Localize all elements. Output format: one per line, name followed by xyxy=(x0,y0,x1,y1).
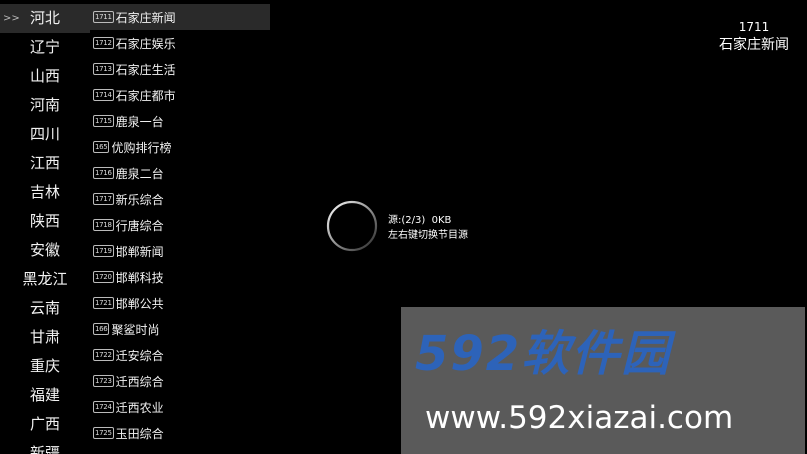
province-label: 山西 xyxy=(29,67,60,85)
channel-number-badge: 1724 xyxy=(93,401,114,413)
channel-item[interactable]: 1722 迁安综合 xyxy=(90,342,270,368)
province-item[interactable]: >> 河北 xyxy=(0,4,90,33)
province-label: 云南 xyxy=(29,299,60,317)
now-playing-number: 1711 xyxy=(738,20,770,34)
province-label: 陕西 xyxy=(29,212,60,230)
province-label: 河南 xyxy=(29,96,60,114)
channel-name: 聚鲨时尚 xyxy=(111,322,160,337)
province-label: 吉林 xyxy=(29,183,60,201)
now-playing-name: 石家庄新闻 xyxy=(719,37,789,53)
channel-name: 行唐综合 xyxy=(115,218,164,233)
channel-name: 邯郸新闻 xyxy=(115,244,164,259)
channel-item[interactable]: 1720 邯郸科技 xyxy=(90,264,270,290)
now-playing-info: 1711 石家庄新闻 xyxy=(719,19,789,55)
channel-name: 迁西综合 xyxy=(115,374,164,389)
channel-item[interactable]: 1712 石家庄娱乐 xyxy=(90,30,270,56)
channel-item[interactable]: 166 聚鲨时尚 xyxy=(90,316,270,342)
source-indicator: 源:(2/3) xyxy=(388,215,426,226)
province-label: 甘肃 xyxy=(29,328,60,346)
province-label: 福建 xyxy=(29,386,60,404)
channel-name: 石家庄生活 xyxy=(115,62,176,77)
channel-number-badge: 1722 xyxy=(93,349,114,361)
channel-number-badge: 165 xyxy=(93,141,110,153)
channel-name: 石家庄新闻 xyxy=(115,10,176,25)
channel-name: 石家庄娱乐 xyxy=(115,36,176,51)
province-label: 广西 xyxy=(29,415,60,433)
channel-item[interactable]: 1725 玉田综合 xyxy=(90,420,270,446)
channel-number-badge: 1720 xyxy=(93,271,114,283)
channel-item[interactable]: 1716 鹿泉二台 xyxy=(90,160,270,186)
province-item[interactable]: 辽宁 xyxy=(0,33,90,62)
province-label: 新疆 xyxy=(29,444,60,454)
source-switch-hint: 左右键切换节目源 xyxy=(388,230,468,241)
province-item[interactable]: 甘肃 xyxy=(0,323,90,352)
channel-item[interactable]: 1721 邯郸公共 xyxy=(90,290,270,316)
province-item[interactable]: 吉林 xyxy=(0,178,90,207)
channel-item[interactable]: 1715 鹿泉一台 xyxy=(90,108,270,134)
province-label: 安徽 xyxy=(29,241,60,259)
province-item[interactable]: 安徽 xyxy=(0,236,90,265)
channel-item[interactable]: 1719 邯郸新闻 xyxy=(90,238,270,264)
province-label: 辽宁 xyxy=(29,38,60,56)
channel-name: 迁西农业 xyxy=(115,400,164,415)
province-item[interactable]: 陕西 xyxy=(0,207,90,236)
channel-item[interactable]: 1717 新乐综合 xyxy=(90,186,270,212)
channel-number-badge: 1714 xyxy=(93,89,114,101)
channel-name: 迁安综合 xyxy=(115,348,164,363)
province-item[interactable]: 新疆 xyxy=(0,439,90,454)
channel-number-badge: 1712 xyxy=(93,37,114,49)
watermark-brand: 592软件园 xyxy=(415,326,672,382)
download-speed: 0KB xyxy=(431,215,452,226)
province-item[interactable]: 黑龙江 xyxy=(0,265,90,294)
channel-name: 邯郸科技 xyxy=(115,270,164,285)
province-label: 黑龙江 xyxy=(22,270,68,288)
province-item[interactable]: 江西 xyxy=(0,149,90,178)
channel-number-badge: 166 xyxy=(93,323,110,335)
channel-name: 邯郸公共 xyxy=(115,296,164,311)
channel-number-badge: 1721 xyxy=(93,297,114,309)
channel-name: 鹿泉二台 xyxy=(115,166,164,181)
channel-number-badge: 1718 xyxy=(93,219,114,231)
province-item[interactable]: 山西 xyxy=(0,62,90,91)
province-item[interactable]: 福建 xyxy=(0,381,90,410)
channel-list: 1711 石家庄新闻 1712 石家庄娱乐 1713 石家庄生活 1714 石家庄都市 1715… xyxy=(90,4,270,454)
channel-number-badge: 1717 xyxy=(93,193,114,205)
loading-status: 源:(2/3) 0KB 左右键切换节目源 xyxy=(388,213,468,243)
province-item[interactable]: 四川 xyxy=(0,120,90,149)
province-label: 河北 xyxy=(29,9,60,27)
channel-name: 鹿泉一台 xyxy=(115,114,164,129)
province-label: 江西 xyxy=(29,154,60,172)
channel-item[interactable]: 1723 迁西综合 xyxy=(90,368,270,394)
channel-item[interactable]: 165 优购排行榜 xyxy=(90,134,270,160)
selected-arrow-icon: >> xyxy=(3,13,20,24)
channel-name: 优购排行榜 xyxy=(111,140,172,155)
channel-name: 石家庄都市 xyxy=(115,88,176,103)
province-list: >> 河北辽宁山西河南四川江西吉林陕西安徽黑龙江云南甘肃重庆福建广西新疆 xyxy=(0,4,90,454)
channel-item[interactable]: 1724 迁西农业 xyxy=(90,394,270,420)
province-label: 四川 xyxy=(29,125,60,143)
channel-number-badge: 1723 xyxy=(93,375,114,387)
watermark-url: www.592xiazai.com xyxy=(425,400,734,436)
channel-number-badge: 1719 xyxy=(93,245,114,257)
province-label: 重庆 xyxy=(29,357,60,375)
province-item[interactable]: 广西 xyxy=(0,410,90,439)
channel-name: 玉田综合 xyxy=(115,426,164,441)
province-item[interactable]: 云南 xyxy=(0,294,90,323)
channel-item[interactable]: 1711 石家庄新闻 xyxy=(90,4,270,30)
channel-number-badge: 1725 xyxy=(93,427,114,439)
channel-item[interactable]: 1713 石家庄生活 xyxy=(90,56,270,82)
channel-number-badge: 1713 xyxy=(93,63,114,75)
channel-item[interactable]: 1718 行唐综合 xyxy=(90,212,270,238)
channel-name: 新乐综合 xyxy=(115,192,164,207)
channel-item[interactable]: 1714 石家庄都市 xyxy=(90,82,270,108)
province-item[interactable]: 河南 xyxy=(0,91,90,120)
loading-spinner-icon xyxy=(326,200,378,252)
watermark-overlay: 592软件园 www.592xiazai.com xyxy=(401,307,805,454)
channel-number-badge: 1716 xyxy=(93,167,114,179)
channel-number-badge: 1715 xyxy=(93,115,114,127)
province-item[interactable]: 重庆 xyxy=(0,352,90,381)
channel-number-badge: 1711 xyxy=(93,11,114,23)
